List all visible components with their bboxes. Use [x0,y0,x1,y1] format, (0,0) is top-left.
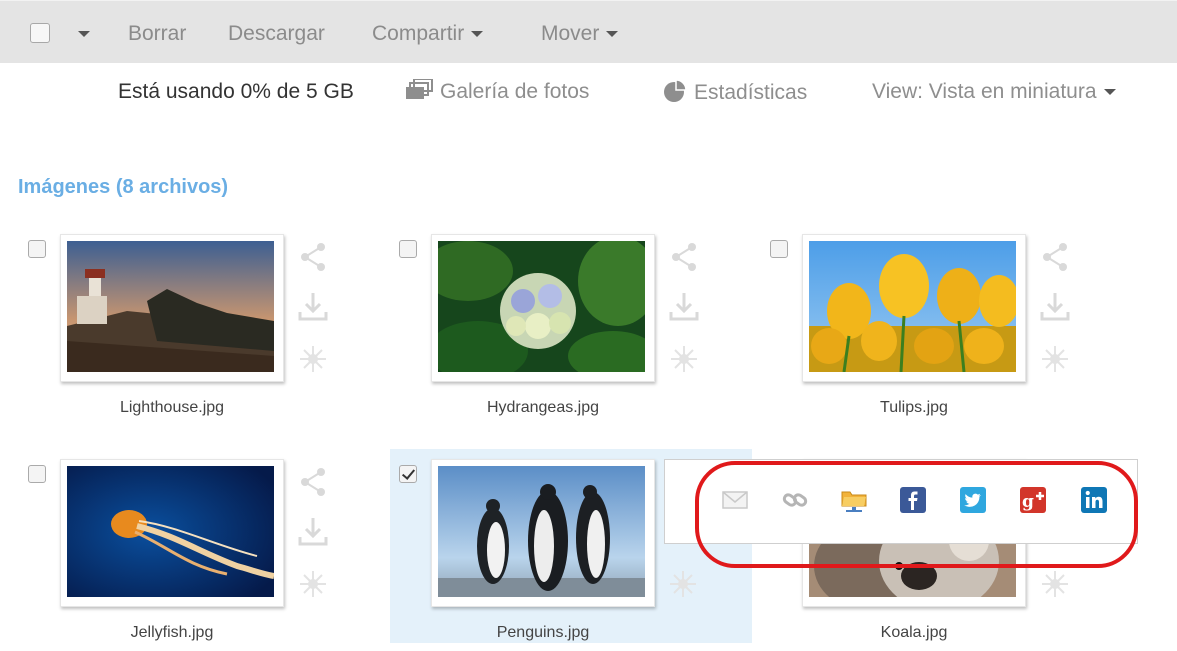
thumbnail-image [67,466,274,597]
file-tile[interactable]: Hydrangeas.jpg [399,234,759,426]
chevron-down-icon [606,31,619,38]
file-name: Hydrangeas.jpg [486,399,600,416]
file-name: Penguins.jpg [496,624,590,641]
thumbnail-image [438,466,645,597]
view-mode-dropdown[interactable]: View: Vista en miniatura [872,79,1116,105]
file-tile[interactable]: Tulips.jpg [770,234,1130,426]
effects-icon[interactable] [666,567,700,601]
file-checkbox[interactable] [770,240,788,258]
share-icon[interactable] [296,465,330,499]
file-checkbox[interactable] [399,240,417,258]
thumbnail-image [67,241,274,372]
share-icon[interactable] [1038,240,1072,274]
twitter-icon[interactable] [959,486,987,514]
link-icon[interactable] [781,486,809,514]
facebook-icon[interactable] [899,486,927,514]
thumbnail-frame[interactable] [431,234,655,382]
move-dropdown[interactable]: Mover [541,21,619,47]
email-icon[interactable] [721,486,749,514]
thumbnail-frame[interactable] [60,234,284,382]
thumbnail-frame[interactable] [431,459,655,607]
file-tile[interactable]: Jellyfish.jpg [28,459,388,651]
effects-icon[interactable] [667,342,701,376]
file-checkbox-checked[interactable] [399,465,417,483]
chevron-down-icon [1103,89,1116,96]
share-icon[interactable] [296,240,330,274]
thumbnail-image [809,241,1016,372]
file-tile[interactable]: Lighthouse.jpg [28,234,388,426]
effects-icon[interactable] [1038,567,1072,601]
effects-icon[interactable] [296,342,330,376]
section-title: Imágenes (8 archivos) [18,176,229,198]
file-checkbox[interactable] [28,240,46,258]
storage-usage: Está usando 0% de 5 GB [118,80,354,103]
thumbnail-frame[interactable] [802,234,1026,382]
download-icon[interactable] [1038,290,1072,324]
download-icon[interactable] [296,515,330,549]
folder-share-icon[interactable] [840,486,868,514]
download-icon[interactable] [667,290,701,324]
download-icon[interactable] [296,290,330,324]
photo-gallery-link[interactable]: Galería de fotos [404,78,589,105]
effects-icon[interactable] [296,567,330,601]
file-name: Lighthouse.jpg [119,399,225,416]
pie-chart-icon [664,79,687,102]
gallery-icon [406,78,433,99]
share-icon[interactable] [667,240,701,274]
thumbnail-frame[interactable] [60,459,284,607]
file-name: Tulips.jpg [880,399,948,416]
select-all-checkbox[interactable] [30,23,50,43]
linkedin-icon[interactable] [1080,486,1108,514]
thumbnail-image [438,241,645,372]
chevron-down-icon [471,31,484,38]
google-plus-icon[interactable]: g [1019,486,1047,514]
file-checkbox[interactable] [28,465,46,483]
statistics-link[interactable]: Estadísticas [662,79,807,106]
file-name: Jellyfish.jpg [130,624,214,641]
share-dropdown[interactable]: Compartir [372,21,484,47]
highlight-annotation [695,461,1138,568]
file-name: Koala.jpg [880,624,948,641]
select-options-chevron-down-icon[interactable] [78,31,90,37]
effects-icon[interactable] [1038,342,1072,376]
svg-text:g: g [1022,492,1034,512]
download-button[interactable]: Descargar [228,21,325,47]
delete-button[interactable]: Borrar [128,21,186,47]
action-toolbar: Borrar Descargar Compartir Mover [0,0,1177,63]
